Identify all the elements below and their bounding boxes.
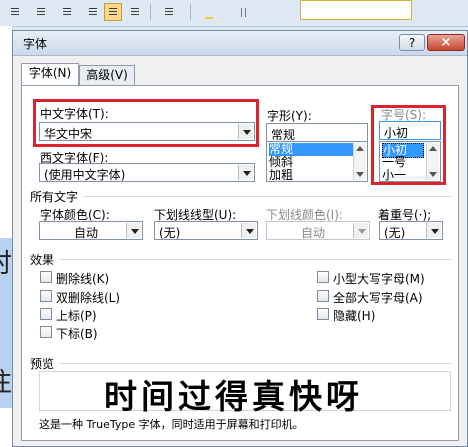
scroll-down-icon[interactable] — [356, 172, 364, 177]
chinese-font-value: 华文中宋 — [44, 127, 93, 141]
dialog-titlebar[interactable]: 字体 ? × — [13, 31, 467, 56]
chevron-down-icon[interactable] — [126, 223, 141, 238]
superscript-checkbox[interactable] — [40, 308, 52, 320]
font-size-value: 小初 — [384, 126, 409, 140]
column-align-icon[interactable] — [126, 3, 144, 21]
font-style-option[interactable]: 加粗 — [269, 169, 293, 182]
section-divider — [83, 196, 451, 197]
small-caps-label[interactable]: 小型大写字母(M) — [333, 270, 425, 287]
tab-font[interactable]: 字体(N) — [21, 63, 79, 86]
double-strikethrough-checkbox[interactable] — [40, 290, 52, 302]
western-font-value: (使用中文字体) — [44, 168, 126, 182]
preview-heading: 预览 — [30, 357, 55, 371]
hidden-checkbox[interactable] — [317, 308, 329, 320]
preview-note: 这是一种 TrueType 字体，同时适用于屏幕和打印机。 — [39, 418, 304, 431]
strikethrough-checkbox[interactable] — [40, 271, 52, 283]
help-button[interactable]: ? — [399, 34, 425, 51]
font-color-value: 自动 — [74, 226, 99, 240]
font-color-combo[interactable]: 自动 — [39, 221, 143, 240]
document-text-fragment: 时 — [0, 243, 12, 280]
emphasis-mark-value: (无) — [384, 226, 406, 240]
underline-color-value: 自动 — [301, 226, 326, 240]
superscript-label[interactable]: 上标(P) — [56, 307, 97, 324]
chinese-font-label: 中文字体(T): — [40, 107, 109, 121]
font-size-list[interactable]: 小初 一号 小一 — [379, 141, 441, 182]
font-size-scrollbar[interactable] — [426, 143, 439, 180]
align-right-icon[interactable] — [58, 3, 76, 21]
chevron-down-icon — [353, 223, 368, 238]
font-size-option[interactable]: 小一 — [382, 169, 406, 182]
font-style-input[interactable]: 常规 — [266, 123, 368, 142]
preview-pane: 时间过得真快呀 — [39, 371, 451, 416]
emphasis-mark-combo[interactable]: (无) — [379, 221, 443, 240]
double-strikethrough-label[interactable]: 双删除线(L) — [56, 289, 120, 306]
background-toolbar — [0, 0, 468, 27]
all-text-heading: 所有文字 — [30, 190, 79, 204]
chevron-down-icon[interactable] — [241, 223, 256, 238]
scroll-up-icon[interactable] — [356, 146, 364, 151]
all-caps-label[interactable]: 全部大写字母(A) — [333, 289, 423, 306]
underline-type-value: (无) — [159, 226, 181, 240]
effects-heading: 效果 — [30, 253, 55, 267]
subscript-label[interactable]: 下标(B) — [56, 325, 98, 342]
scroll-down-icon[interactable] — [429, 172, 437, 177]
font-dialog: 字体 ? × 字体(N) 高级(V) 中文字体(T): 华文中宋 西文字体(F)… — [12, 30, 468, 447]
font-style-scrollbar[interactable] — [353, 143, 366, 180]
distributed-align-icon[interactable] — [104, 3, 122, 21]
chevron-down-icon[interactable] — [426, 223, 441, 238]
toolbar-divider — [190, 4, 191, 20]
document-text-fragment: ， — [0, 303, 12, 340]
tab-advanced[interactable]: 高级(V) — [79, 65, 135, 85]
close-button[interactable]: × — [427, 34, 465, 51]
borders-icon[interactable] — [236, 3, 254, 21]
preview-sample-text: 时间过得真快呀 — [104, 377, 363, 416]
font-size-input[interactable]: 小初 — [379, 121, 441, 140]
scroll-up-icon[interactable] — [429, 146, 437, 151]
align-center-icon[interactable] — [32, 3, 50, 21]
align-left-icon[interactable] — [6, 3, 24, 21]
strikethrough-label[interactable]: 删除线(K) — [56, 270, 109, 287]
underline-color-combo: 自动 — [266, 221, 370, 240]
small-caps-checkbox[interactable] — [317, 271, 329, 283]
document-text-fragment: 往 — [0, 362, 12, 399]
western-font-combo[interactable]: (使用中文字体) — [39, 163, 255, 182]
underline-type-combo[interactable]: (无) — [154, 221, 258, 240]
style-gallery-box[interactable] — [300, 0, 412, 20]
toolbar-divider — [150, 4, 151, 20]
chevron-down-icon[interactable] — [238, 165, 253, 180]
justify-icon[interactable] — [84, 3, 102, 21]
hidden-label[interactable]: 隐藏(H) — [333, 307, 375, 324]
all-caps-checkbox[interactable] — [317, 290, 329, 302]
line-spacing-icon[interactable] — [160, 3, 178, 21]
chinese-font-combo[interactable]: 华文中宋 — [39, 122, 255, 141]
shading-icon[interactable] — [200, 3, 218, 21]
font-style-label: 字形(Y): — [267, 109, 312, 123]
chevron-down-icon[interactable] — [238, 124, 253, 139]
section-divider — [59, 259, 451, 260]
subscript-checkbox[interactable] — [40, 326, 52, 338]
section-divider — [59, 363, 451, 364]
font-style-list[interactable]: 常规 倾斜 加粗 — [266, 141, 368, 182]
dialog-title: 字体 — [23, 37, 48, 51]
